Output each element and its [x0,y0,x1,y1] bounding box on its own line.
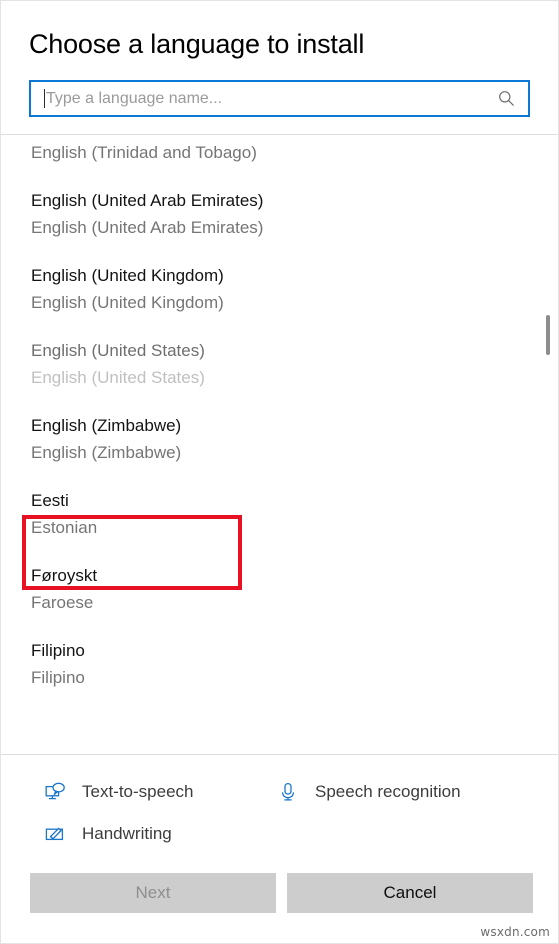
capabilities-legend: Text-to-speech Speech recognition Handwr… [1,754,558,865]
list-item[interactable]: Føroyskt Faroese [1,563,558,617]
list-item[interactable]: English (United Arab Emirates) English (… [1,188,558,242]
list-item[interactable]: Eesti Estonian [1,488,558,542]
dialog-footer: Next Cancel [1,865,558,943]
legend-row-1: Text-to-speech Speech recognition [1,771,558,813]
language-native-name: English (United States) [31,341,205,360]
search-input[interactable] [45,83,492,114]
language-list-region[interactable]: English (Trinidad and Tobago) English (T… [1,134,558,754]
list-item[interactable]: English (Zimbabwe) English (Zimbabwe) [1,413,558,467]
language-native-name: Eesti [31,491,69,510]
capability-handwriting: Handwriting [1,822,274,846]
language-list: English (Trinidad and Tobago) English (T… [1,135,558,713]
capability-text-to-speech: Text-to-speech [1,780,274,804]
search-icon[interactable] [492,88,520,110]
capability-label: Text-to-speech [82,782,194,801]
capability-speech-recognition: Speech recognition [274,780,461,804]
list-item[interactable]: English (United Kingdom) English (United… [1,263,558,317]
capability-label: Handwriting [82,824,172,843]
language-english-name: Filipino [31,668,85,687]
microphone-icon [278,780,304,804]
list-item-english-united-states[interactable]: English (United States) English (United … [1,338,558,392]
capability-label: Speech recognition [315,782,461,801]
search-box[interactable] [29,80,530,117]
list-item[interactable]: English (Trinidad and Tobago) English (T… [1,135,558,167]
language-english-name: Faroese [31,593,94,612]
language-native-name: Føroyskt [31,566,98,585]
choose-language-dialog: Choose a language to install English (Tr… [0,0,559,944]
next-button[interactable]: Next [30,873,276,913]
language-english-name: English (Trinidad and Tobago) [31,143,257,162]
list-scrollbar[interactable] [543,135,554,754]
page-title: Choose a language to install [29,29,365,59]
language-english-name: Estonian [31,518,98,537]
language-list-clip: English (Trinidad and Tobago) English (T… [1,135,558,754]
language-english-name: English (United Kingdom) [31,293,224,312]
language-native-name: English (United Arab Emirates) [31,191,264,210]
watermark: wsxdn.com [480,925,550,939]
language-english-name: English (United States) [31,368,205,387]
language-native-name: English (Zimbabwe) [31,416,182,435]
list-item[interactable]: Filipino Filipino [1,638,558,692]
scrollbar-thumb[interactable] [546,315,550,355]
language-english-name: English (Zimbabwe) [31,443,182,462]
cancel-button[interactable]: Cancel [287,873,533,913]
language-english-name: English (United Arab Emirates) [31,218,264,237]
text-to-speech-icon [45,780,71,804]
handwriting-pen-icon [45,822,71,846]
legend-row-2: Handwriting [1,813,558,855]
language-native-name: English (United Kingdom) [31,266,224,285]
dialog-header: Choose a language to install [1,1,558,61]
language-native-name: Filipino [31,641,85,660]
